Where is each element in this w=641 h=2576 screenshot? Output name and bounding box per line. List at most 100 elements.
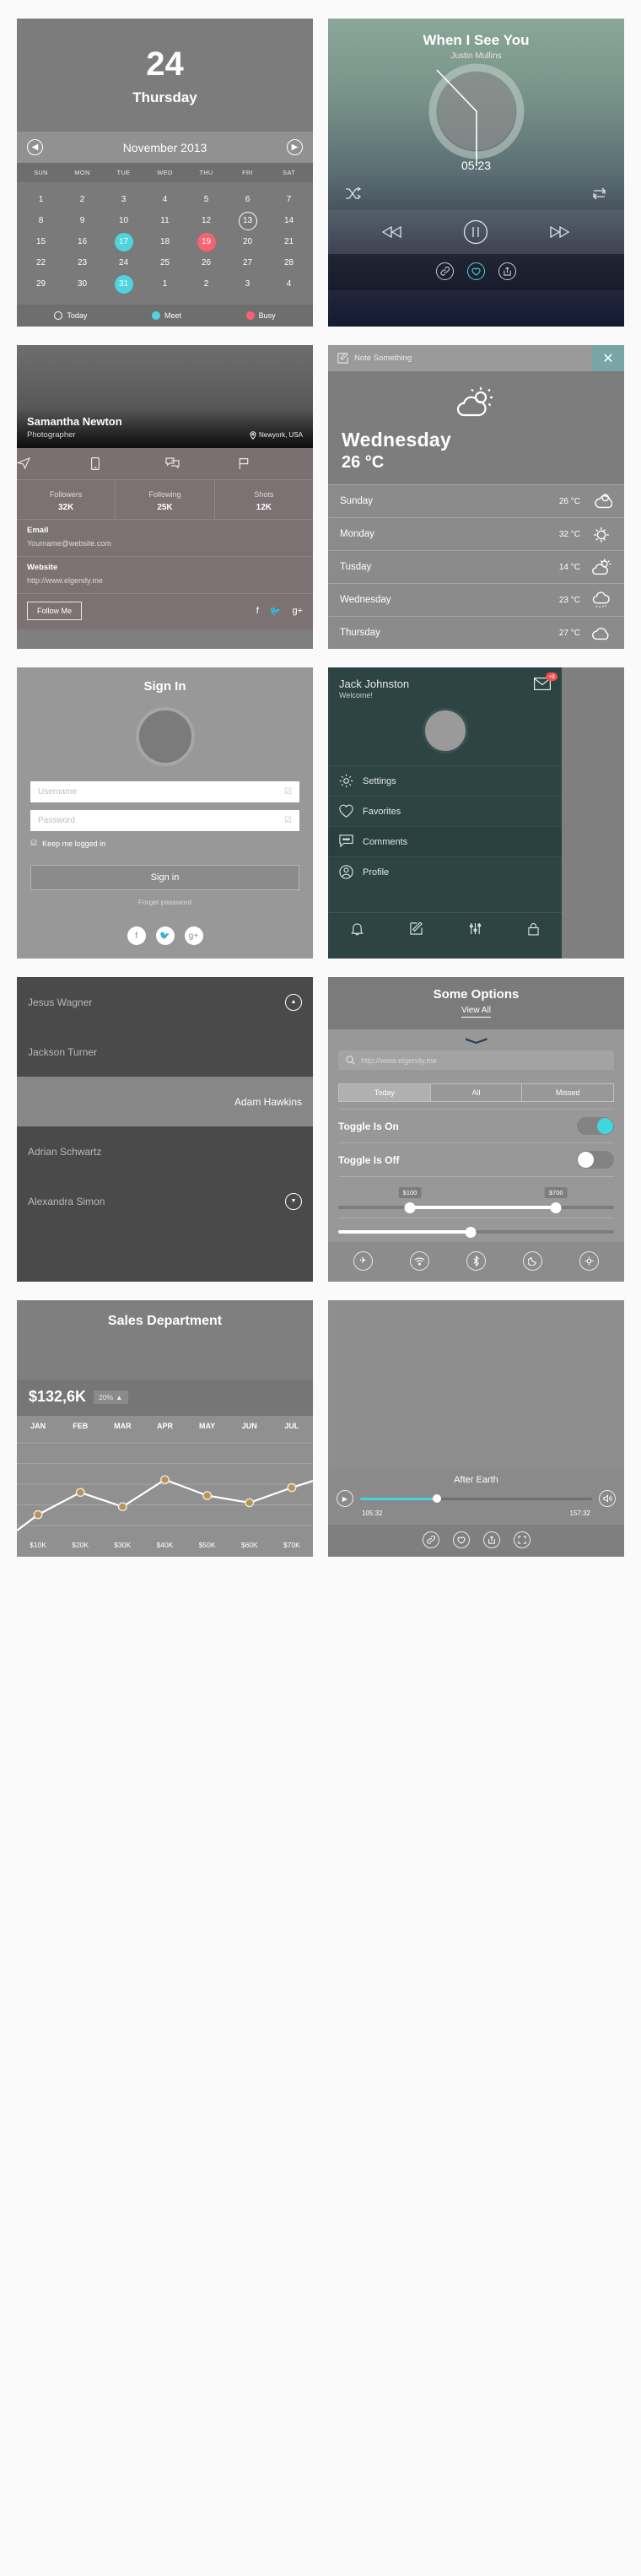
calendar-day-cell[interactable]: 4 xyxy=(144,189,186,210)
avatar[interactable] xyxy=(135,707,195,766)
drawer-item-favorites[interactable]: Favorites xyxy=(328,796,563,826)
calendar-day-cell[interactable]: 14 xyxy=(268,210,310,231)
calendar-day-cell[interactable]: 9 xyxy=(62,210,103,231)
facebook-icon[interactable]: f xyxy=(256,606,259,617)
weather-forecast-row[interactable]: Tusday 14 °C xyxy=(328,550,624,583)
calendar-day-cell[interactable]: 1 xyxy=(20,189,62,210)
bell-icon[interactable] xyxy=(351,922,364,936)
drawer-item-settings[interactable]: Settings xyxy=(328,765,563,796)
weather-forecast-row[interactable]: Sunday 26 °C xyxy=(328,484,624,517)
calendar-day-cell[interactable]: 17 xyxy=(103,231,144,252)
calendar-day-cell[interactable]: 4 xyxy=(268,273,310,294)
note-bar[interactable]: Note Something ✕ xyxy=(328,345,624,371)
segment-today[interactable]: Today xyxy=(338,1083,431,1102)
profile-detail-row[interactable]: Website http://www.elgendy.me xyxy=(17,556,313,593)
profile-stat[interactable]: Shots 12K xyxy=(215,480,313,519)
drawer-item-comments[interactable]: Comments xyxy=(328,826,563,856)
segment-all[interactable]: All xyxy=(430,1083,523,1102)
toggle-on-switch[interactable] xyxy=(577,1117,614,1135)
video-progress-track[interactable] xyxy=(360,1494,592,1503)
chevron-left-icon[interactable]: ◀ xyxy=(27,139,43,155)
calendar-day-cell[interactable]: 21 xyxy=(268,231,310,252)
fullscreen-icon[interactable] xyxy=(513,1531,531,1548)
segment-missed[interactable]: Missed xyxy=(522,1083,615,1102)
calendar-day-cell[interactable]: 29 xyxy=(20,273,62,294)
calendar-day-cell[interactable]: 10 xyxy=(103,210,144,231)
facebook-icon[interactable]: f xyxy=(127,926,146,945)
weather-forecast-row[interactable]: Thursday 27 °C xyxy=(328,616,624,649)
close-icon[interactable]: ✕ xyxy=(592,345,624,371)
calendar-day-cell[interactable]: 3 xyxy=(227,273,268,294)
toggle-off-switch[interactable] xyxy=(577,1151,614,1169)
calendar-day-cell[interactable]: 19 xyxy=(186,231,227,252)
video-screen[interactable] xyxy=(328,1300,624,1469)
calendar-day-cell[interactable]: 2 xyxy=(186,273,227,294)
calendar-day-cell[interactable]: 15 xyxy=(20,231,62,252)
keep-logged-in-checkbox[interactable]: ☑ Keep me logged in xyxy=(30,839,299,848)
calendar-day-cell[interactable]: 31 xyxy=(103,273,144,294)
compose-icon[interactable] xyxy=(410,922,423,936)
music-progress-dial[interactable] xyxy=(328,63,624,166)
calendar-day-cell[interactable]: 3 xyxy=(103,189,144,210)
calendar-day-cell[interactable]: 30 xyxy=(62,273,103,294)
google-plus-icon[interactable]: g+ xyxy=(184,926,203,945)
weather-forecast-row[interactable]: Monday 32 °C xyxy=(328,517,624,550)
play-icon[interactable]: ▶ xyxy=(337,1490,353,1507)
chevron-right-icon[interactable]: ▶ xyxy=(287,139,303,155)
rewind-icon[interactable] xyxy=(382,226,402,238)
calendar-day-cell[interactable]: 7 xyxy=(268,189,310,210)
chevron-down-circle-icon[interactable]: ▼ xyxy=(285,1192,302,1210)
chevron-down-icon[interactable] xyxy=(465,1038,487,1044)
forgot-password-link[interactable]: Forget password xyxy=(30,898,299,906)
video-progress-handle[interactable] xyxy=(432,1494,441,1503)
wifi-icon[interactable] xyxy=(410,1251,429,1271)
volume-icon[interactable] xyxy=(599,1490,616,1507)
fast-forward-icon[interactable] xyxy=(550,226,570,238)
shuffle-icon[interactable] xyxy=(345,187,361,200)
drawer-item-profile[interactable]: Profile xyxy=(328,856,563,887)
single-slider[interactable] xyxy=(338,1218,614,1242)
search-input[interactable]: http://www.elgendy.me xyxy=(338,1050,614,1070)
repeat-icon[interactable] xyxy=(591,187,607,200)
calendar-day-cell[interactable]: 25 xyxy=(144,252,186,273)
calendar-day-cell[interactable]: 23 xyxy=(62,252,103,273)
moon-icon[interactable] xyxy=(523,1251,542,1271)
contact-row[interactable]: Adam Hawkins xyxy=(17,1077,313,1126)
calendar-day-cell[interactable]: 24 xyxy=(103,252,144,273)
link-icon[interactable] xyxy=(422,1531,439,1548)
calendar-day-cell[interactable]: 8 xyxy=(20,210,62,231)
profile-stat[interactable]: Followers 32K xyxy=(17,480,116,519)
view-all-link[interactable]: View All xyxy=(461,1006,491,1018)
heart-icon[interactable] xyxy=(452,1531,470,1548)
password-field[interactable]: Password ☑ xyxy=(30,810,299,831)
share-icon[interactable] xyxy=(498,262,516,280)
calendar-day-cell[interactable]: 13 xyxy=(227,210,268,231)
check-box-icon[interactable]: ☑ xyxy=(284,816,292,825)
range-slider[interactable]: $100 $700 xyxy=(338,1176,614,1218)
twitter-icon[interactable]: 🐦 xyxy=(270,606,282,617)
range-min-handle[interactable] xyxy=(404,1202,416,1213)
calendar-day-cell[interactable]: 12 xyxy=(186,210,227,231)
contact-row[interactable]: Jackson Turner xyxy=(17,1027,313,1077)
calendar-day-cell[interactable]: 2 xyxy=(62,189,103,210)
follow-button[interactable]: Follow Me xyxy=(27,602,83,620)
profile-detail-row[interactable]: Email Yourname@website.com xyxy=(17,519,313,556)
check-box-icon[interactable]: ☑ xyxy=(284,787,292,797)
avatar[interactable] xyxy=(422,708,468,753)
share-icon[interactable] xyxy=(482,1531,500,1548)
calendar-day-cell[interactable]: 5 xyxy=(186,189,227,210)
signin-button[interactable]: Sign in xyxy=(30,865,299,890)
bluetooth-icon[interactable] xyxy=(466,1251,486,1271)
weather-forecast-row[interactable]: Wednesday 23 °C xyxy=(328,583,624,616)
range-max-handle[interactable] xyxy=(550,1202,562,1213)
twitter-icon[interactable]: 🐦 xyxy=(155,926,175,945)
contact-row[interactable]: Alexandra Simon ▼ xyxy=(17,1176,313,1226)
chevron-up-circle-icon[interactable]: ▲ xyxy=(285,993,302,1011)
username-field[interactable]: Username ☑ xyxy=(30,781,299,802)
phone-icon[interactable] xyxy=(90,448,165,479)
send-icon[interactable] xyxy=(17,448,91,479)
calendar-day-cell[interactable]: 27 xyxy=(227,252,268,273)
calendar-day-cell[interactable]: 11 xyxy=(144,210,186,231)
pause-icon[interactable] xyxy=(463,219,488,245)
link-icon[interactable] xyxy=(436,262,454,280)
